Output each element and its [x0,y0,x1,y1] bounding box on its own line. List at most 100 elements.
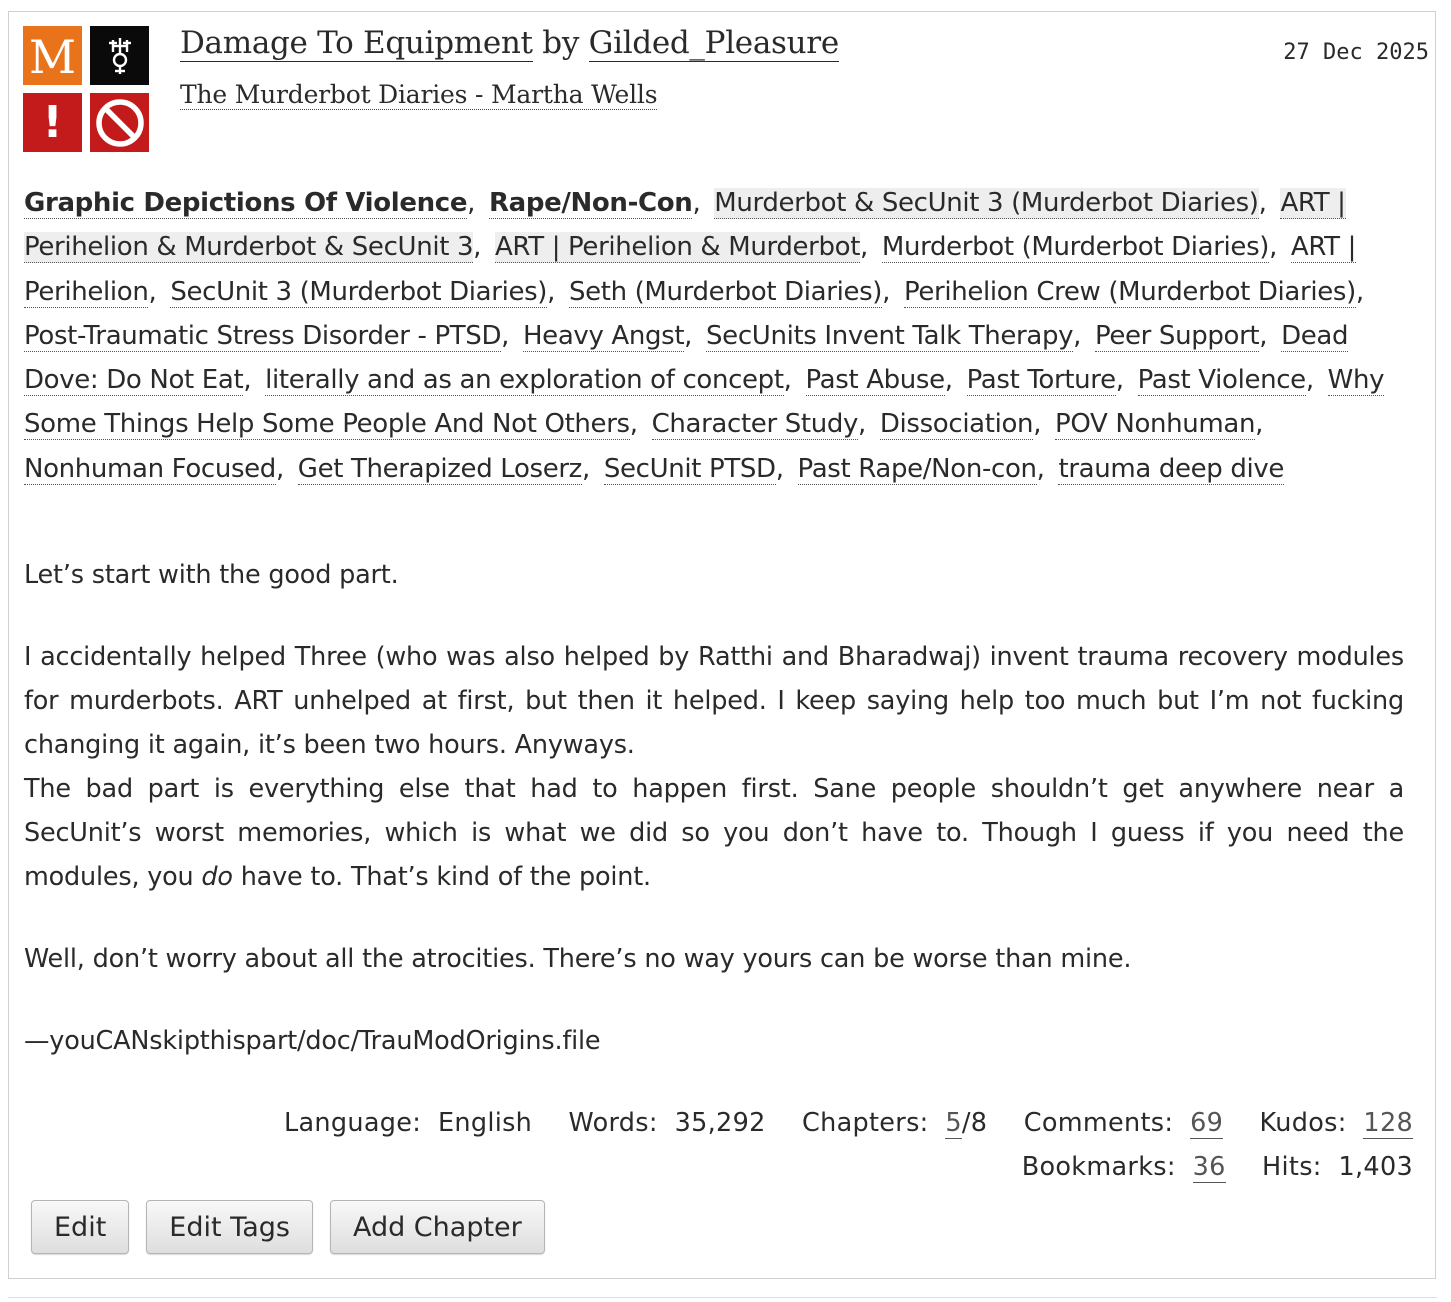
tag-freeform[interactable]: POV Nonhuman [1055,409,1255,441]
summary-paragraph: Let’s start with the good part. [24,560,399,590]
comments-link[interactable]: 69 [1190,1108,1224,1139]
tag-freeform[interactable]: Past Violence [1137,365,1306,397]
tag-separator: , [783,365,792,396]
tag-character[interactable]: Perihelion Crew (Murderbot Diaries) [903,276,1356,308]
edit-button[interactable]: Edit [31,1200,130,1254]
rating-letter: M [28,29,77,84]
stat-comments: Comments: 69 [1023,1108,1224,1139]
summary-paragraph: The bad part is everything else that had… [24,767,1404,899]
tag-separator: , [581,453,590,484]
fandom-line: The Murderbot Diaries - Martha Wells [180,80,658,110]
stat-label: Language: [284,1108,422,1138]
tag-separator: , [467,188,476,218]
tag-freeform[interactable]: Get Therapized Loserz [297,453,582,485]
tag-separator: , [1258,188,1267,218]
chapters-posted-link[interactable]: 5 [945,1108,962,1139]
tag-separator: , [1036,453,1045,484]
stat-label: Words: [568,1108,658,1138]
bookmarks-link[interactable]: 36 [1192,1152,1226,1183]
work-stats: Language: English Words: 35,292 Chapters… [163,1101,1413,1189]
tag-character[interactable]: Murderbot (Murderbot Diaries) [881,232,1269,264]
category-symbol-icon [108,37,131,74]
stat-label: Bookmarks: [1021,1152,1176,1182]
tag-freeform[interactable]: Peer Support [1094,320,1260,352]
tag-freeform[interactable]: Dissociation [879,409,1034,441]
tag-list: Graphic Depictions Of Violence, Rape/Non… [24,181,1414,491]
stat-label: Comments: [1023,1108,1174,1138]
summary-paragraph: I accidentally helped Three (who was als… [24,642,1404,760]
stat-hits: Hits: 1,403 [1262,1152,1413,1182]
tag-freeform[interactable]: SecUnits Invent Talk Therapy [706,320,1073,352]
tag-separator: , [629,409,638,440]
stat-kudos: Kudos: 128 [1259,1108,1413,1139]
stat-value: /8 [961,1108,988,1138]
tag-separator: , [1259,320,1268,351]
tag-separator: , [1033,409,1042,440]
tag-freeform[interactable]: literally and as an exploration of conce… [265,365,784,397]
tag-character[interactable]: Seth (Murderbot Diaries) [568,276,882,308]
stat-value: 1,403 [1338,1152,1413,1182]
tag-separator: , [1305,365,1314,396]
tag-freeform[interactable]: SecUnit PTSD [603,453,776,485]
stat-label: Hits: [1262,1152,1322,1182]
add-chapter-button[interactable]: Add Chapter [329,1200,545,1254]
category-multi-icon[interactable] [90,26,149,85]
summary-emphasis: do [201,862,233,892]
tag-separator: , [1115,365,1124,396]
stat-value: 35,292 [674,1108,766,1138]
tag-freeform[interactable]: Past Torture [966,365,1116,397]
archive-warning-icon[interactable]: ! [23,93,82,152]
stats-row: Bookmarks: 36 Hits: 1,403 [163,1145,1413,1189]
work-actions: Edit Edit Tags Add Chapter [31,1200,545,1254]
tag-warning[interactable]: Rape/Non-Con [488,188,693,219]
tag-separator: , [473,232,482,263]
stat-words: Words: 35,292 [569,1108,766,1138]
tag-relationship[interactable]: Murderbot & SecUnit 3 (Murderbot Diaries… [714,188,1259,219]
summary-text: have to. That’s kind of the point. [232,862,651,892]
tag-separator: , [547,276,556,307]
tag-separator: , [1355,276,1364,307]
tag-separator: , [275,453,284,484]
summary-paragraph: Well, don’t worry about all the atrociti… [24,944,1132,974]
work-heading: Damage To Equipment by Gilded_Pleasure [180,25,839,62]
no-entry-symbol-icon [95,98,144,147]
tag-separator: , [243,365,252,396]
tag-separator: , [1255,409,1264,440]
tag-relationship[interactable]: ART | Perihelion & Murderbot [495,232,860,264]
tag-freeform[interactable]: trauma deep dive [1058,453,1284,485]
stat-label: Kudos: [1259,1108,1347,1138]
tag-separator: , [1073,320,1082,351]
work-title-link[interactable]: Damage To Equipment [180,25,533,62]
stat-bookmarks: Bookmarks: 36 [1021,1152,1226,1183]
tag-freeform[interactable]: Nonhuman Focused [24,453,276,485]
edit-tags-button[interactable]: Edit Tags [146,1200,313,1254]
tag-separator: , [684,320,693,351]
kudos-link[interactable]: 128 [1363,1108,1413,1139]
tag-separator: , [1269,232,1277,263]
work-summary: Let’s start with the good part. I accide… [24,553,1404,1063]
summary-paragraph: —youCANskipthispart/doc/TrauModOrigins.f… [24,1026,601,1056]
tag-freeform[interactable]: Character Study [651,409,858,441]
fandom-link[interactable]: The Murderbot Diaries - Martha Wells [180,80,658,110]
prohibited-icon[interactable] [90,93,149,152]
tag-separator: , [858,409,866,440]
tag-separator: , [148,276,157,307]
tag-separator: , [692,188,701,218]
rating-mature-icon[interactable]: M [23,26,82,85]
author-link[interactable]: Gilded_Pleasure [588,25,839,62]
tag-freeform[interactable]: Post-Traumatic Stress Disorder - PTSD [24,320,501,352]
warning-symbol: ! [42,96,63,148]
tag-character[interactable]: SecUnit 3 (Murderbot Diaries) [170,276,547,308]
tag-warning[interactable]: Graphic Depictions Of Violence [24,188,467,219]
stat-language: Language: English [284,1108,532,1138]
tag-freeform[interactable]: Heavy Angst [522,320,685,352]
publish-date: 27 Dec 2025 [1283,40,1429,65]
stat-value: English [437,1108,533,1138]
tag-separator: , [860,232,868,263]
required-tags: M ! [23,26,153,156]
tag-separator: , [882,276,891,307]
stats-row: Language: English Words: 35,292 Chapters… [163,1101,1413,1145]
tag-freeform[interactable]: Past Abuse [805,365,945,397]
tag-freeform[interactable]: Past Rape/Non-con [797,453,1037,485]
tag-separator: , [775,453,784,484]
